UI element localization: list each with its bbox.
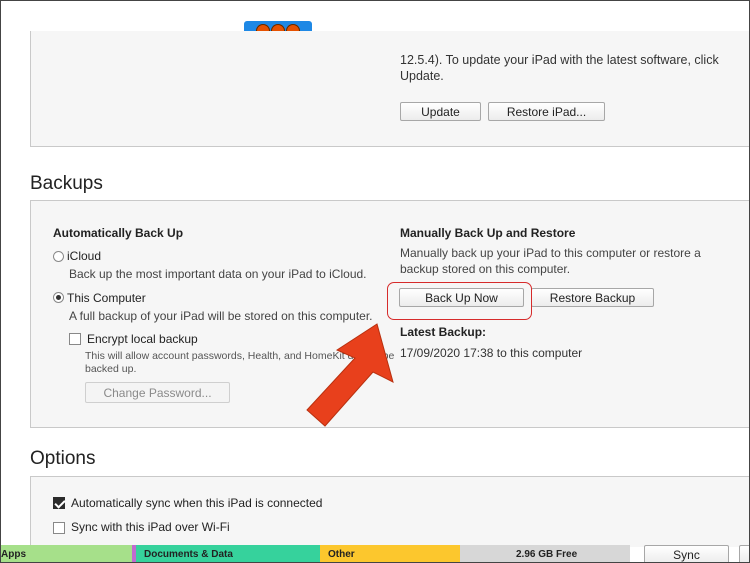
itunes-window: 12.5.4). To update your iPad with the la…	[0, 0, 750, 563]
latest-backup-value: 17/09/2020 17:38 to this computer	[400, 346, 583, 360]
auto-sync-label[interactable]: Automatically sync when this iPad is con…	[71, 496, 322, 510]
back-up-now-highlight	[387, 282, 532, 320]
storage-segment-apps: Apps	[1, 545, 132, 562]
storage-segment-other: Other	[320, 545, 460, 562]
manual-backup-title: Manually Back Up and Restore	[400, 226, 576, 240]
auto-backup-title: Automatically Back Up	[53, 226, 184, 240]
software-panel	[30, 31, 749, 147]
options-heading: Options	[30, 448, 96, 469]
wifi-sync-label[interactable]: Sync with this iPad over Wi-Fi	[71, 520, 230, 534]
update-button[interactable]: Update	[400, 102, 481, 121]
top-bar	[1, 1, 749, 15]
encrypt-label[interactable]: Encrypt local backup	[87, 332, 198, 346]
auto-sync-checkbox[interactable]	[53, 497, 65, 509]
software-desc-line1: 12.5.4). To update your iPad with the la…	[400, 53, 719, 67]
latest-backup-title: Latest Backup:	[400, 325, 487, 339]
icloud-desc: Back up the most important data on your …	[69, 267, 367, 281]
icloud-radio[interactable]	[53, 251, 64, 262]
options-panel	[30, 476, 749, 547]
software-desc-line2: Update.	[400, 69, 444, 83]
storage-segment-free: 2.96 GB Free	[460, 545, 630, 562]
sync-button[interactable]: Sync	[644, 545, 729, 562]
manual-desc-line1: Manually back up your iPad to this compu…	[400, 246, 701, 260]
encrypt-desc-line2: backed up.	[85, 363, 137, 375]
this-computer-radio[interactable]	[53, 292, 64, 303]
backups-heading: Backups	[30, 173, 103, 194]
restore-backup-button[interactable]: Restore Backup	[531, 288, 654, 307]
pointer-arrow	[306, 323, 394, 427]
manual-desc-line2: backup stored on this computer.	[400, 262, 571, 276]
this-computer-label[interactable]: This Computer	[67, 291, 146, 305]
restore-ipad-button[interactable]: Restore iPad...	[488, 102, 605, 121]
storage-segment-documents: Documents & Data	[136, 545, 320, 562]
change-password-button[interactable]: Change Password...	[85, 382, 230, 403]
done-button-partial[interactable]	[739, 545, 749, 562]
encrypt-checkbox[interactable]	[69, 333, 81, 345]
icloud-label[interactable]: iCloud	[67, 249, 101, 263]
wifi-sync-checkbox[interactable]	[53, 522, 65, 534]
